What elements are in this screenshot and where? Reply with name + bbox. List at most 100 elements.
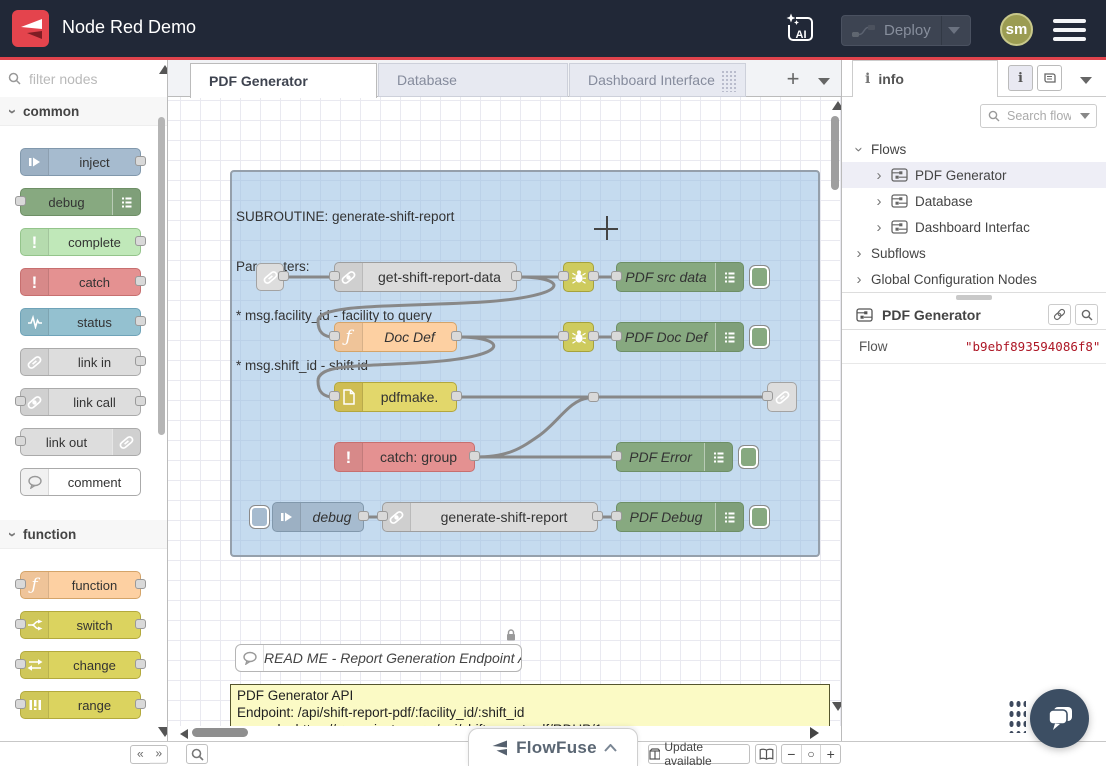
add-flow-button[interactable]: + bbox=[780, 68, 806, 92]
flow-node-pdf-src-data[interactable]: PDF src data bbox=[616, 262, 744, 292]
palette-filter[interactable] bbox=[0, 60, 167, 98]
flowfuse-panel-tab[interactable]: FlowFuse bbox=[468, 728, 638, 766]
input-port[interactable] bbox=[15, 699, 26, 709]
flow-node-get-shift-report-data[interactable]: get-shift-report-data bbox=[334, 262, 517, 292]
debug-toggle-button[interactable] bbox=[749, 505, 770, 529]
canvas-scroll-up-icon[interactable] bbox=[832, 101, 841, 110]
palette-node-inject[interactable]: inject bbox=[20, 148, 141, 176]
flow-node-pdfmake[interactable]: pdfmake. bbox=[334, 382, 457, 412]
output-port[interactable] bbox=[511, 271, 522, 281]
output-port[interactable] bbox=[135, 579, 146, 589]
output-port[interactable] bbox=[135, 659, 146, 669]
input-port[interactable] bbox=[15, 436, 26, 446]
input-port[interactable] bbox=[15, 579, 26, 589]
palette-node-link-call[interactable]: link call bbox=[20, 388, 141, 416]
palette-node-comment[interactable]: comment bbox=[20, 468, 141, 496]
sidebar-help-button[interactable] bbox=[1037, 65, 1062, 91]
canvas-hscrollbar[interactable] bbox=[192, 728, 248, 737]
flow-list-caret[interactable] bbox=[818, 78, 830, 85]
tab-dashboard-interface[interactable]: Dashboard Interface bbox=[569, 63, 746, 97]
output-port[interactable] bbox=[135, 699, 146, 709]
tree-item-database[interactable]: ›Database bbox=[842, 188, 1106, 214]
canvas-search-button[interactable] bbox=[186, 744, 208, 764]
palette-node-link-in[interactable]: link in bbox=[20, 348, 141, 376]
palette-node-switch[interactable]: switch bbox=[20, 611, 141, 639]
wire-junction[interactable] bbox=[588, 392, 599, 402]
output-port[interactable] bbox=[451, 331, 462, 341]
main-menu-icon[interactable] bbox=[1053, 19, 1086, 41]
flow-node-catch-group[interactable]: !catch: group bbox=[334, 442, 475, 472]
deploy-options-caret[interactable] bbox=[948, 27, 960, 34]
tree-item-flows[interactable]: ›Flows bbox=[842, 136, 1106, 162]
input-port[interactable] bbox=[377, 511, 388, 521]
canvas-scroll-right-icon[interactable] bbox=[810, 727, 819, 739]
palette-node-status[interactable]: status bbox=[20, 308, 141, 336]
input-port[interactable] bbox=[558, 331, 569, 341]
flow-node-link-out[interactable] bbox=[767, 382, 797, 412]
search-options-caret[interactable] bbox=[1080, 113, 1090, 119]
tab-drag-handle[interactable] bbox=[721, 70, 737, 92]
output-port[interactable] bbox=[135, 619, 146, 629]
palette-node-function[interactable]: ƒfunction bbox=[20, 571, 141, 599]
navigator-button[interactable] bbox=[755, 744, 777, 764]
tree-item-global-configuration-nodes[interactable]: ›Global Configuration Nodes bbox=[842, 266, 1106, 292]
debug-toggle-button[interactable] bbox=[749, 265, 770, 289]
input-port[interactable] bbox=[15, 659, 26, 669]
api-note-group[interactable]: PDF Generator API Endpoint: /api/shift-r… bbox=[230, 684, 830, 726]
input-port[interactable] bbox=[611, 271, 622, 281]
flow-node-pdf-error[interactable]: PDF Error bbox=[616, 442, 733, 472]
output-port[interactable] bbox=[135, 316, 146, 326]
flow-node-link-in[interactable] bbox=[256, 263, 284, 291]
zoom-out-button[interactable]: − bbox=[782, 745, 801, 763]
input-port[interactable] bbox=[15, 196, 26, 206]
ai-assistant-icon[interactable]: AI bbox=[784, 13, 816, 45]
output-port[interactable] bbox=[135, 396, 146, 406]
debug-toggle-button[interactable] bbox=[738, 445, 759, 469]
flow-node-trace-1[interactable] bbox=[563, 262, 594, 292]
zoom-in-button[interactable]: + bbox=[820, 745, 840, 763]
output-port[interactable] bbox=[588, 271, 599, 281]
output-port[interactable] bbox=[278, 271, 289, 281]
search-flows-box[interactable] bbox=[980, 104, 1097, 128]
copy-link-button[interactable] bbox=[1048, 304, 1071, 325]
output-port[interactable] bbox=[135, 156, 146, 166]
inject-button[interactable] bbox=[249, 505, 270, 529]
output-port[interactable] bbox=[451, 391, 462, 401]
tab-pdf-generator[interactable]: PDF Generator bbox=[190, 63, 377, 98]
flow-node-pdf-doc-def[interactable]: PDF Doc Def bbox=[616, 322, 744, 352]
sidebar-menu-caret[interactable] bbox=[1080, 77, 1092, 84]
debug-toggle-button[interactable] bbox=[749, 325, 770, 349]
palette-node-change[interactable]: change bbox=[20, 651, 141, 679]
search-flow-button[interactable] bbox=[1075, 304, 1098, 325]
zoom-reset-button[interactable]: ○ bbox=[801, 745, 821, 763]
tab-database[interactable]: Database bbox=[378, 63, 568, 97]
expand-all-button[interactable]: « bbox=[149, 745, 166, 764]
palette-node-complete[interactable]: !complete bbox=[20, 228, 141, 256]
flow-node-generate-shift-report[interactable]: generate-shift-report bbox=[382, 502, 598, 532]
palette-node-debug[interactable]: debug bbox=[20, 188, 141, 216]
output-port[interactable] bbox=[588, 331, 599, 341]
input-port[interactable] bbox=[558, 271, 569, 281]
sidebar-info-toggle-button[interactable]: i bbox=[1008, 65, 1033, 91]
output-port[interactable] bbox=[358, 511, 369, 521]
input-port[interactable] bbox=[15, 396, 26, 406]
output-port[interactable] bbox=[469, 451, 480, 461]
palette-category-function[interactable]: ›function bbox=[0, 520, 167, 549]
palette-node-catch[interactable]: !catch bbox=[20, 268, 141, 296]
flow-node-doc-def[interactable]: ƒDoc Def bbox=[334, 322, 457, 352]
tree-item-dashboard-interfac[interactable]: ›Dashboard Interfac bbox=[842, 214, 1106, 240]
output-port[interactable] bbox=[135, 276, 146, 286]
canvas-scroll-left-icon[interactable] bbox=[180, 729, 188, 739]
canvas-vscrollbar[interactable] bbox=[831, 116, 839, 190]
output-port[interactable] bbox=[135, 236, 146, 246]
input-port[interactable] bbox=[611, 331, 622, 341]
chat-assistant-button[interactable] bbox=[1030, 689, 1089, 748]
update-available-button[interactable]: Update available bbox=[648, 744, 750, 764]
palette-node-range[interactable]: range bbox=[20, 691, 141, 719]
flow-node-trace-2[interactable] bbox=[563, 322, 594, 352]
deploy-button[interactable]: Deploy bbox=[841, 15, 971, 46]
user-avatar[interactable]: sm bbox=[1000, 13, 1033, 46]
search-flows-input[interactable] bbox=[1005, 108, 1073, 124]
input-port[interactable] bbox=[15, 619, 26, 629]
collapse-all-button[interactable]: » bbox=[131, 746, 148, 764]
